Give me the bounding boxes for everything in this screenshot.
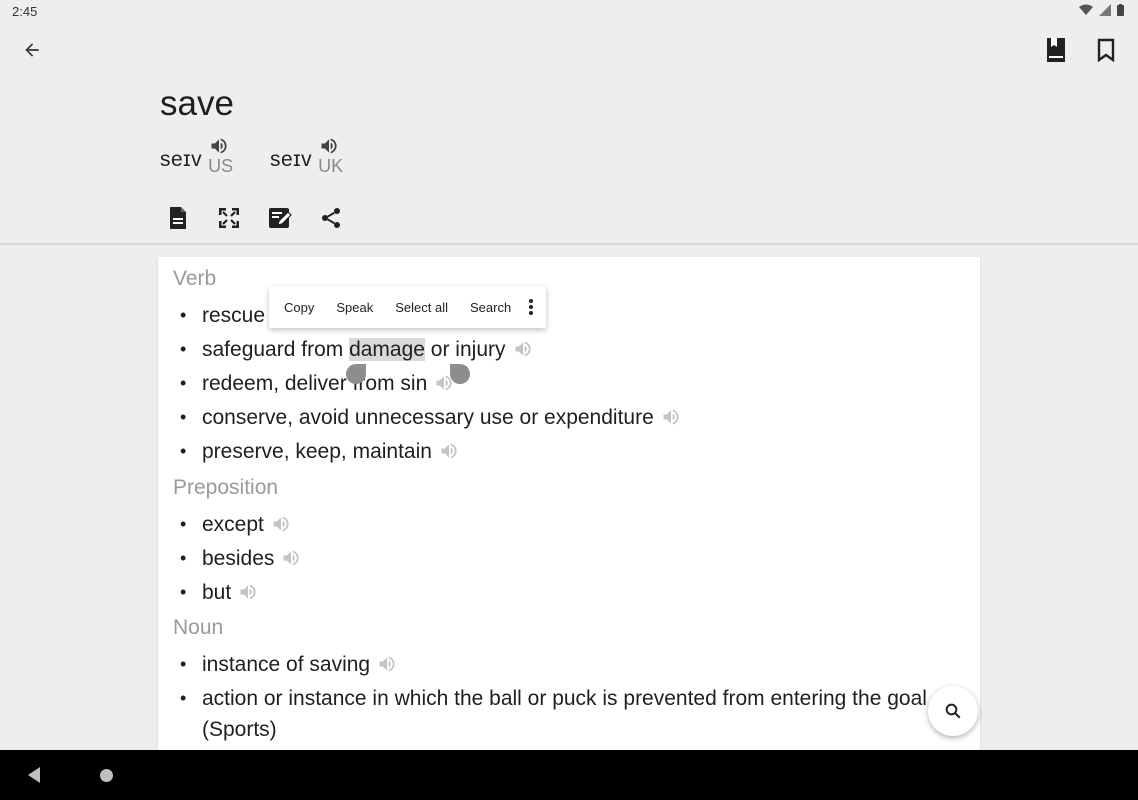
- status-icons: [1079, 4, 1124, 16]
- definition-text: action or instance in which the ball or …: [202, 687, 927, 741]
- definition-text: instance of saving: [202, 653, 371, 676]
- speaker-icon[interactable]: [237, 582, 259, 602]
- bookmark-icon: [1097, 38, 1115, 62]
- speaker-icon[interactable]: [318, 136, 340, 156]
- wifi-icon: [1079, 4, 1093, 15]
- bullet: •: [180, 305, 187, 325]
- edit-note-icon: [269, 208, 292, 228]
- speaker-icon[interactable]: [270, 514, 292, 534]
- selected-text[interactable]: damage: [349, 338, 425, 361]
- bullet: •: [180, 654, 187, 674]
- select-all-menu-item[interactable]: Select all: [395, 300, 448, 315]
- word-toolbar: [160, 202, 349, 234]
- pos-noun-heading: Noun: [173, 616, 224, 639]
- search-menu-item[interactable]: Search: [470, 300, 511, 315]
- document-icon: [170, 207, 186, 229]
- pronunciation-ipa: seɪv: [160, 148, 203, 171]
- pos-verb-heading: Verb: [173, 267, 217, 290]
- speaker-icon[interactable]: [512, 339, 534, 359]
- signal-icon: [1099, 4, 1111, 16]
- bullet: •: [180, 339, 187, 359]
- search-fab[interactable]: [928, 686, 978, 736]
- definition-text: conserve, avoid unnecessary use or expen…: [202, 406, 654, 429]
- definition-text: preserve, keep, maintain: [202, 440, 432, 463]
- system-nav-bar: [0, 750, 1138, 800]
- bullet: •: [180, 548, 187, 568]
- header-divider: [0, 243, 1138, 245]
- bullet: •: [180, 407, 187, 427]
- pronunciation-us: seɪv US: [160, 136, 233, 177]
- pos-preposition-heading: Preposition: [173, 476, 279, 499]
- search-icon: [945, 703, 961, 719]
- status-time: 2:45: [12, 4, 38, 19]
- speaker-icon[interactable]: [376, 654, 398, 674]
- bullet: •: [180, 688, 187, 708]
- battery-icon: [1117, 4, 1124, 16]
- nav-back-icon[interactable]: [26, 766, 42, 784]
- definition-text: but: [202, 581, 232, 604]
- share-icon: [322, 208, 340, 228]
- more-vertical-icon[interactable]: [528, 297, 534, 317]
- bullet: •: [180, 582, 187, 602]
- definition-text-after: or injury: [424, 338, 506, 361]
- fullscreen-button[interactable]: [211, 202, 247, 234]
- book-icon: [1047, 38, 1065, 62]
- speak-menu-item[interactable]: Speak: [336, 300, 373, 315]
- definitions-card: Verb • rescue • safeguard from damage or…: [158, 257, 980, 757]
- arrow-left-icon: [25, 43, 39, 57]
- dictionary-button[interactable]: [1038, 32, 1074, 68]
- speaker-icon[interactable]: [438, 441, 460, 461]
- speaker-icon[interactable]: [280, 548, 302, 568]
- text-selection-menu: Copy Speak Select all Search: [269, 286, 546, 328]
- speaker-icon[interactable]: [660, 407, 682, 427]
- definition-text-before: safeguard from: [202, 338, 350, 361]
- copy-menu-item[interactable]: Copy: [284, 300, 314, 315]
- back-button[interactable]: [14, 32, 50, 68]
- details-button[interactable]: [160, 202, 196, 234]
- selection-handle-start[interactable]: [346, 364, 366, 384]
- nav-home-icon[interactable]: [100, 769, 113, 782]
- bookmark-button[interactable]: [1088, 32, 1124, 68]
- selection-handle-end[interactable]: [450, 364, 470, 384]
- speaker-icon[interactable]: [208, 136, 230, 156]
- status-bar: 2:45: [0, 0, 1138, 24]
- pronunciation-uk: seɪv UK: [270, 136, 343, 177]
- share-button[interactable]: [313, 202, 349, 234]
- definition-text: rescue: [202, 304, 266, 327]
- fullscreen-icon: [219, 208, 239, 228]
- pronunciation-ipa: seɪv: [270, 148, 313, 171]
- definition-text: besides: [202, 547, 275, 570]
- bullet: •: [180, 514, 187, 534]
- word-title: save: [160, 84, 234, 123]
- pronunciation-region: US: [208, 156, 234, 176]
- bullet: •: [180, 373, 187, 393]
- pronunciation-region: UK: [318, 156, 344, 176]
- bullet: •: [180, 441, 187, 461]
- definition-text: except: [202, 513, 264, 536]
- edit-note-button[interactable]: [262, 202, 298, 234]
- definition-text: redeem, deliver from sin: [202, 372, 428, 395]
